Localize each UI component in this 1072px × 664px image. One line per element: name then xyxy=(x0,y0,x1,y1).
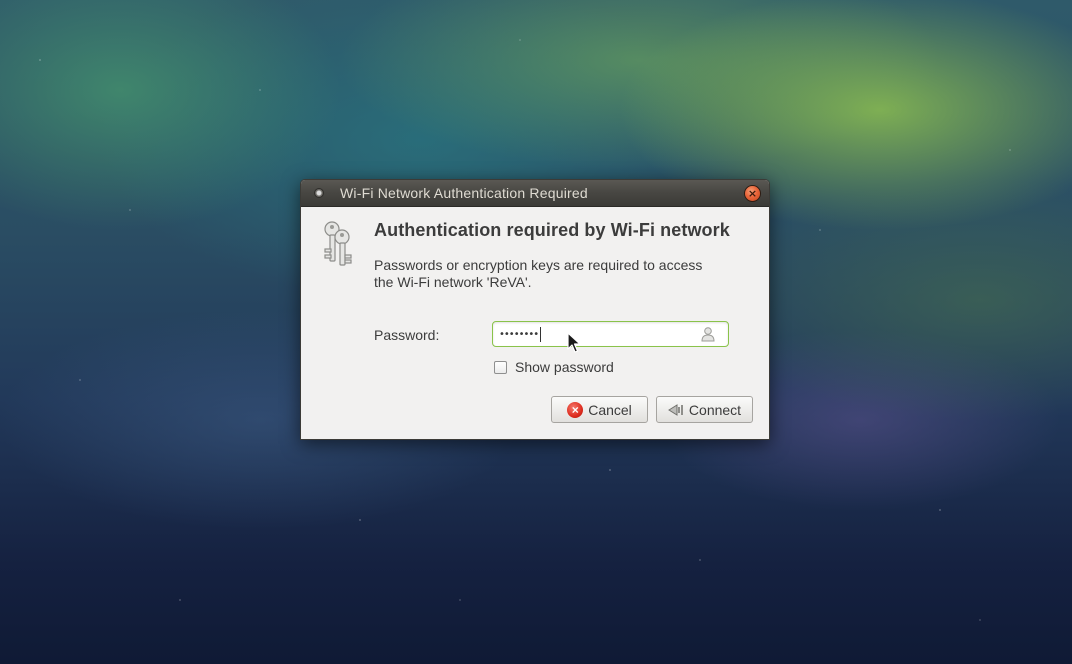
cancel-label: Cancel xyxy=(588,401,632,418)
description-line-1: Passwords or encryption keys are require… xyxy=(374,257,703,273)
wifi-auth-dialog: Wi-Fi Network Authentication Required × … xyxy=(300,179,770,440)
description-line-2: the Wi-Fi network 'ReVA'. xyxy=(374,274,532,290)
connect-label: Connect xyxy=(688,401,742,418)
window-menu-icon[interactable] xyxy=(314,188,324,198)
dialog-title: Wi-Fi Network Authentication Required xyxy=(340,185,588,201)
dialog-heading: Authentication required by Wi-Fi network xyxy=(374,220,730,240)
cancel-button[interactable]: × Cancel xyxy=(551,396,648,423)
show-password-label: Show password xyxy=(515,359,614,375)
text-caret xyxy=(540,327,541,342)
network-connect-icon xyxy=(667,403,683,416)
connect-button[interactable]: Connect xyxy=(656,396,753,423)
mouse-pointer-icon xyxy=(567,332,581,353)
password-label: Password: xyxy=(374,327,440,343)
close-icon: × xyxy=(747,187,758,200)
keys-icon xyxy=(324,221,352,266)
cancel-icon: × xyxy=(567,401,584,418)
password-field[interactable] xyxy=(492,321,729,347)
dialog-description: Passwords or encryption keys are require… xyxy=(374,257,754,291)
person-icon[interactable] xyxy=(700,326,716,342)
password-input[interactable] xyxy=(499,325,689,343)
show-password-toggle[interactable]: Show password xyxy=(494,358,614,376)
dialog-titlebar[interactable]: Wi-Fi Network Authentication Required × xyxy=(301,180,769,207)
show-password-checkbox[interactable] xyxy=(494,360,507,374)
desktop-background: Wi-Fi Network Authentication Required × … xyxy=(0,0,1072,664)
close-button[interactable]: × xyxy=(745,186,760,201)
